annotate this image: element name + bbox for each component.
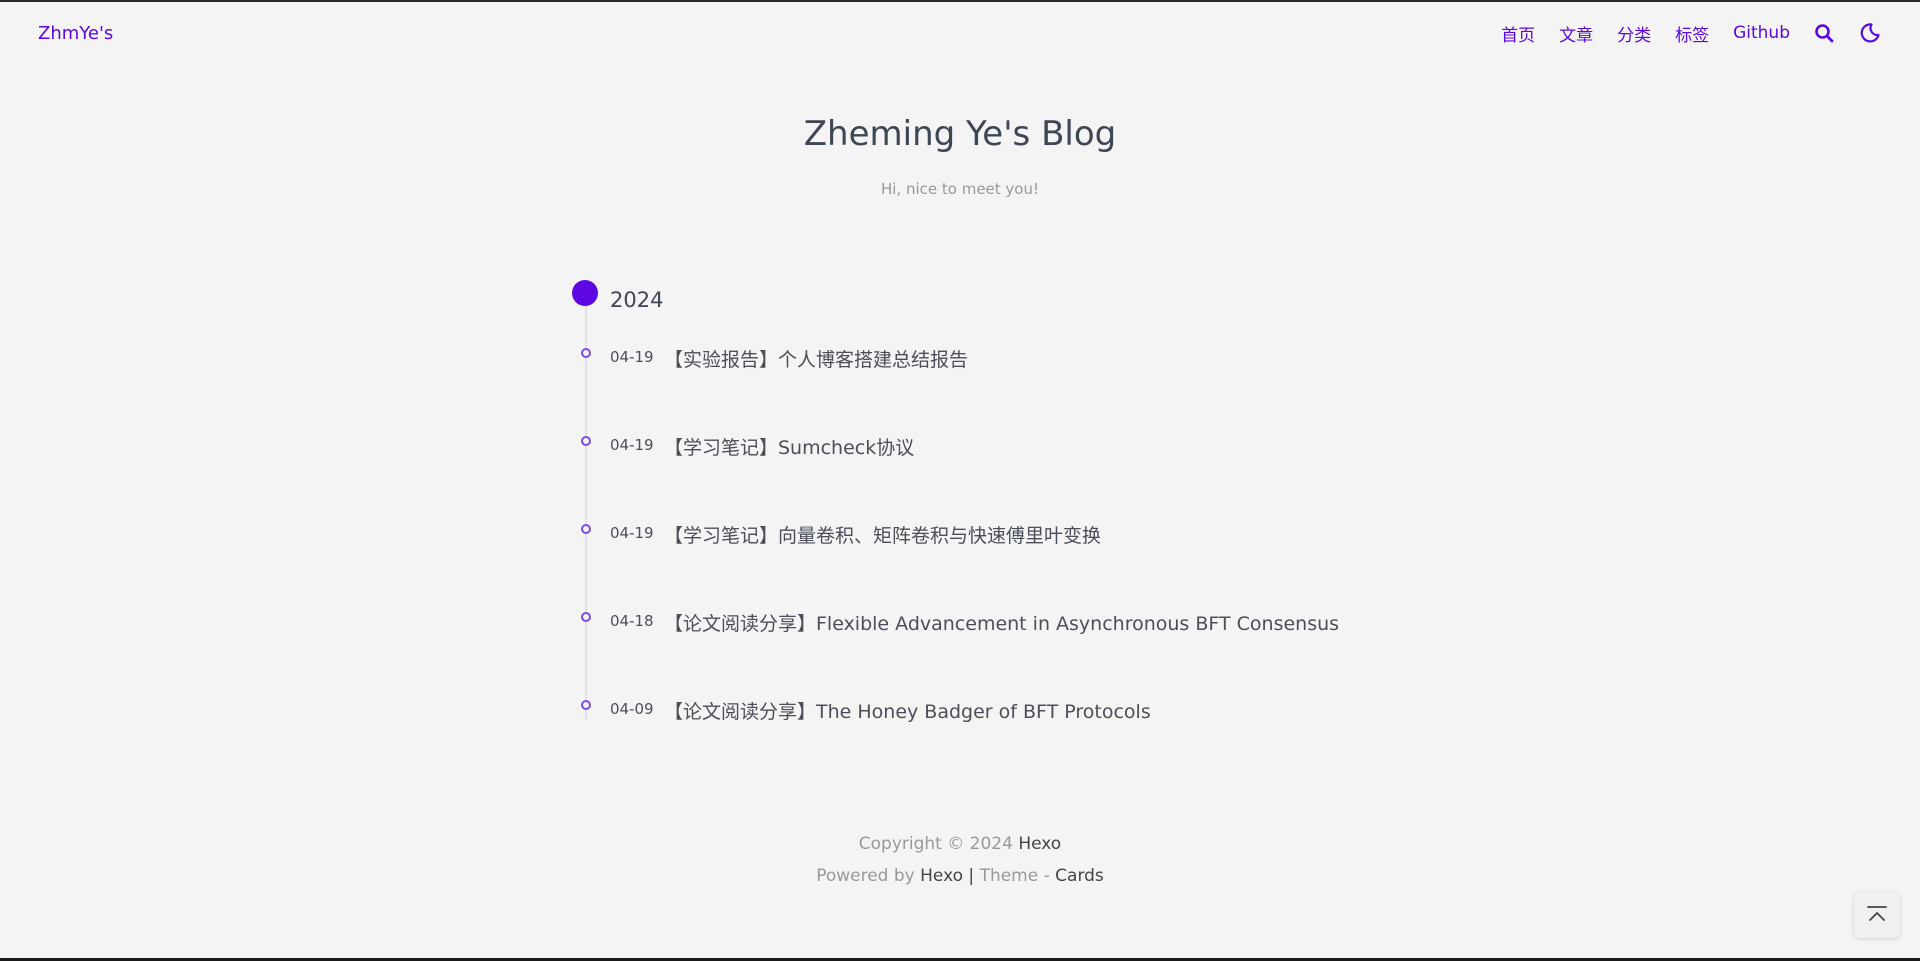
year-label: 2024 (610, 288, 664, 312)
post-item: 04-18 【论文阅读分享】Flexible Advancement in As… (572, 607, 1472, 637)
post-dot (581, 348, 591, 358)
navbar: ZhmYe's 首页 文章 分类 标签 Github (0, 2, 1920, 64)
post-date: 04-18 (610, 612, 654, 630)
nav-link-home[interactable]: 首页 (1501, 21, 1535, 46)
powered-prefix: Powered by (816, 866, 915, 886)
nav-links: 首页 文章 分类 标签 Github (1477, 21, 1882, 46)
post-title-link[interactable]: 【论文阅读分享】The Honey Badger of BFT Protocol… (664, 697, 1151, 724)
copyright-prefix: Copyright © 2024 (858, 834, 1013, 854)
arrow-up-icon (1867, 906, 1887, 921)
copyright-owner: Hexo (1018, 834, 1062, 854)
post-dot (581, 524, 591, 534)
post-date: 04-19 (610, 436, 654, 454)
back-to-top-button[interactable] (1854, 892, 1900, 938)
site-subtitle: Hi, nice to meet you! (880, 180, 1040, 198)
theme-link[interactable]: Cards (1055, 866, 1104, 886)
footer-separator: | (968, 866, 975, 886)
nav-link-categories[interactable]: 分类 (1617, 21, 1651, 46)
moon-icon[interactable] (1858, 21, 1882, 45)
nav-link-tags[interactable]: 标签 (1675, 21, 1709, 46)
brand-link[interactable]: ZhmYe's (38, 23, 113, 44)
post-title-link[interactable]: 【实验报告】个人博客搭建总结报告 (664, 345, 968, 372)
hexo-link[interactable]: Hexo (920, 866, 963, 886)
nav-link-articles[interactable]: 文章 (1559, 21, 1593, 46)
post-title-link[interactable]: 【论文阅读分享】Flexible Advancement in Asynchro… (664, 609, 1339, 636)
post-item: 04-19 【学习笔记】向量卷积、矩阵卷积与快速傅里叶变换 (572, 519, 1472, 549)
page-frame: ZhmYe's 首页 文章 分类 标签 Github Zheming Ye's … (0, 0, 1920, 961)
post-item: 04-19 【学习笔记】Sumcheck协议 (572, 431, 1472, 461)
post-title-link[interactable]: 【学习笔记】Sumcheck协议 (664, 433, 914, 460)
nav-link-github[interactable]: Github (1733, 23, 1790, 43)
post-item: 04-09 【论文阅读分享】The Honey Badger of BFT Pr… (572, 695, 1472, 725)
post-date: 04-19 (610, 524, 654, 542)
powered-line: Powered by Hexo | Theme - Cards (0, 860, 1920, 892)
copyright-line: Copyright © 2024 Hexo (0, 828, 1920, 860)
site-title: Zheming Ye's Blog (803, 114, 1117, 154)
theme-prefix: Theme - (979, 866, 1050, 886)
post-dot (581, 612, 591, 622)
post-date: 04-09 (610, 700, 654, 718)
post-date: 04-19 (610, 348, 654, 366)
post-dot (581, 700, 591, 710)
post-dot (581, 436, 591, 446)
post-title-link[interactable]: 【学习笔记】向量卷积、矩阵卷积与快速傅里叶变换 (664, 521, 1101, 548)
post-item: 04-19 【实验报告】个人博客搭建总结报告 (572, 343, 1472, 373)
footer: Copyright © 2024 Hexo Powered by Hexo | … (0, 828, 1920, 892)
year-dot (572, 280, 598, 306)
search-icon[interactable] (1812, 21, 1836, 45)
